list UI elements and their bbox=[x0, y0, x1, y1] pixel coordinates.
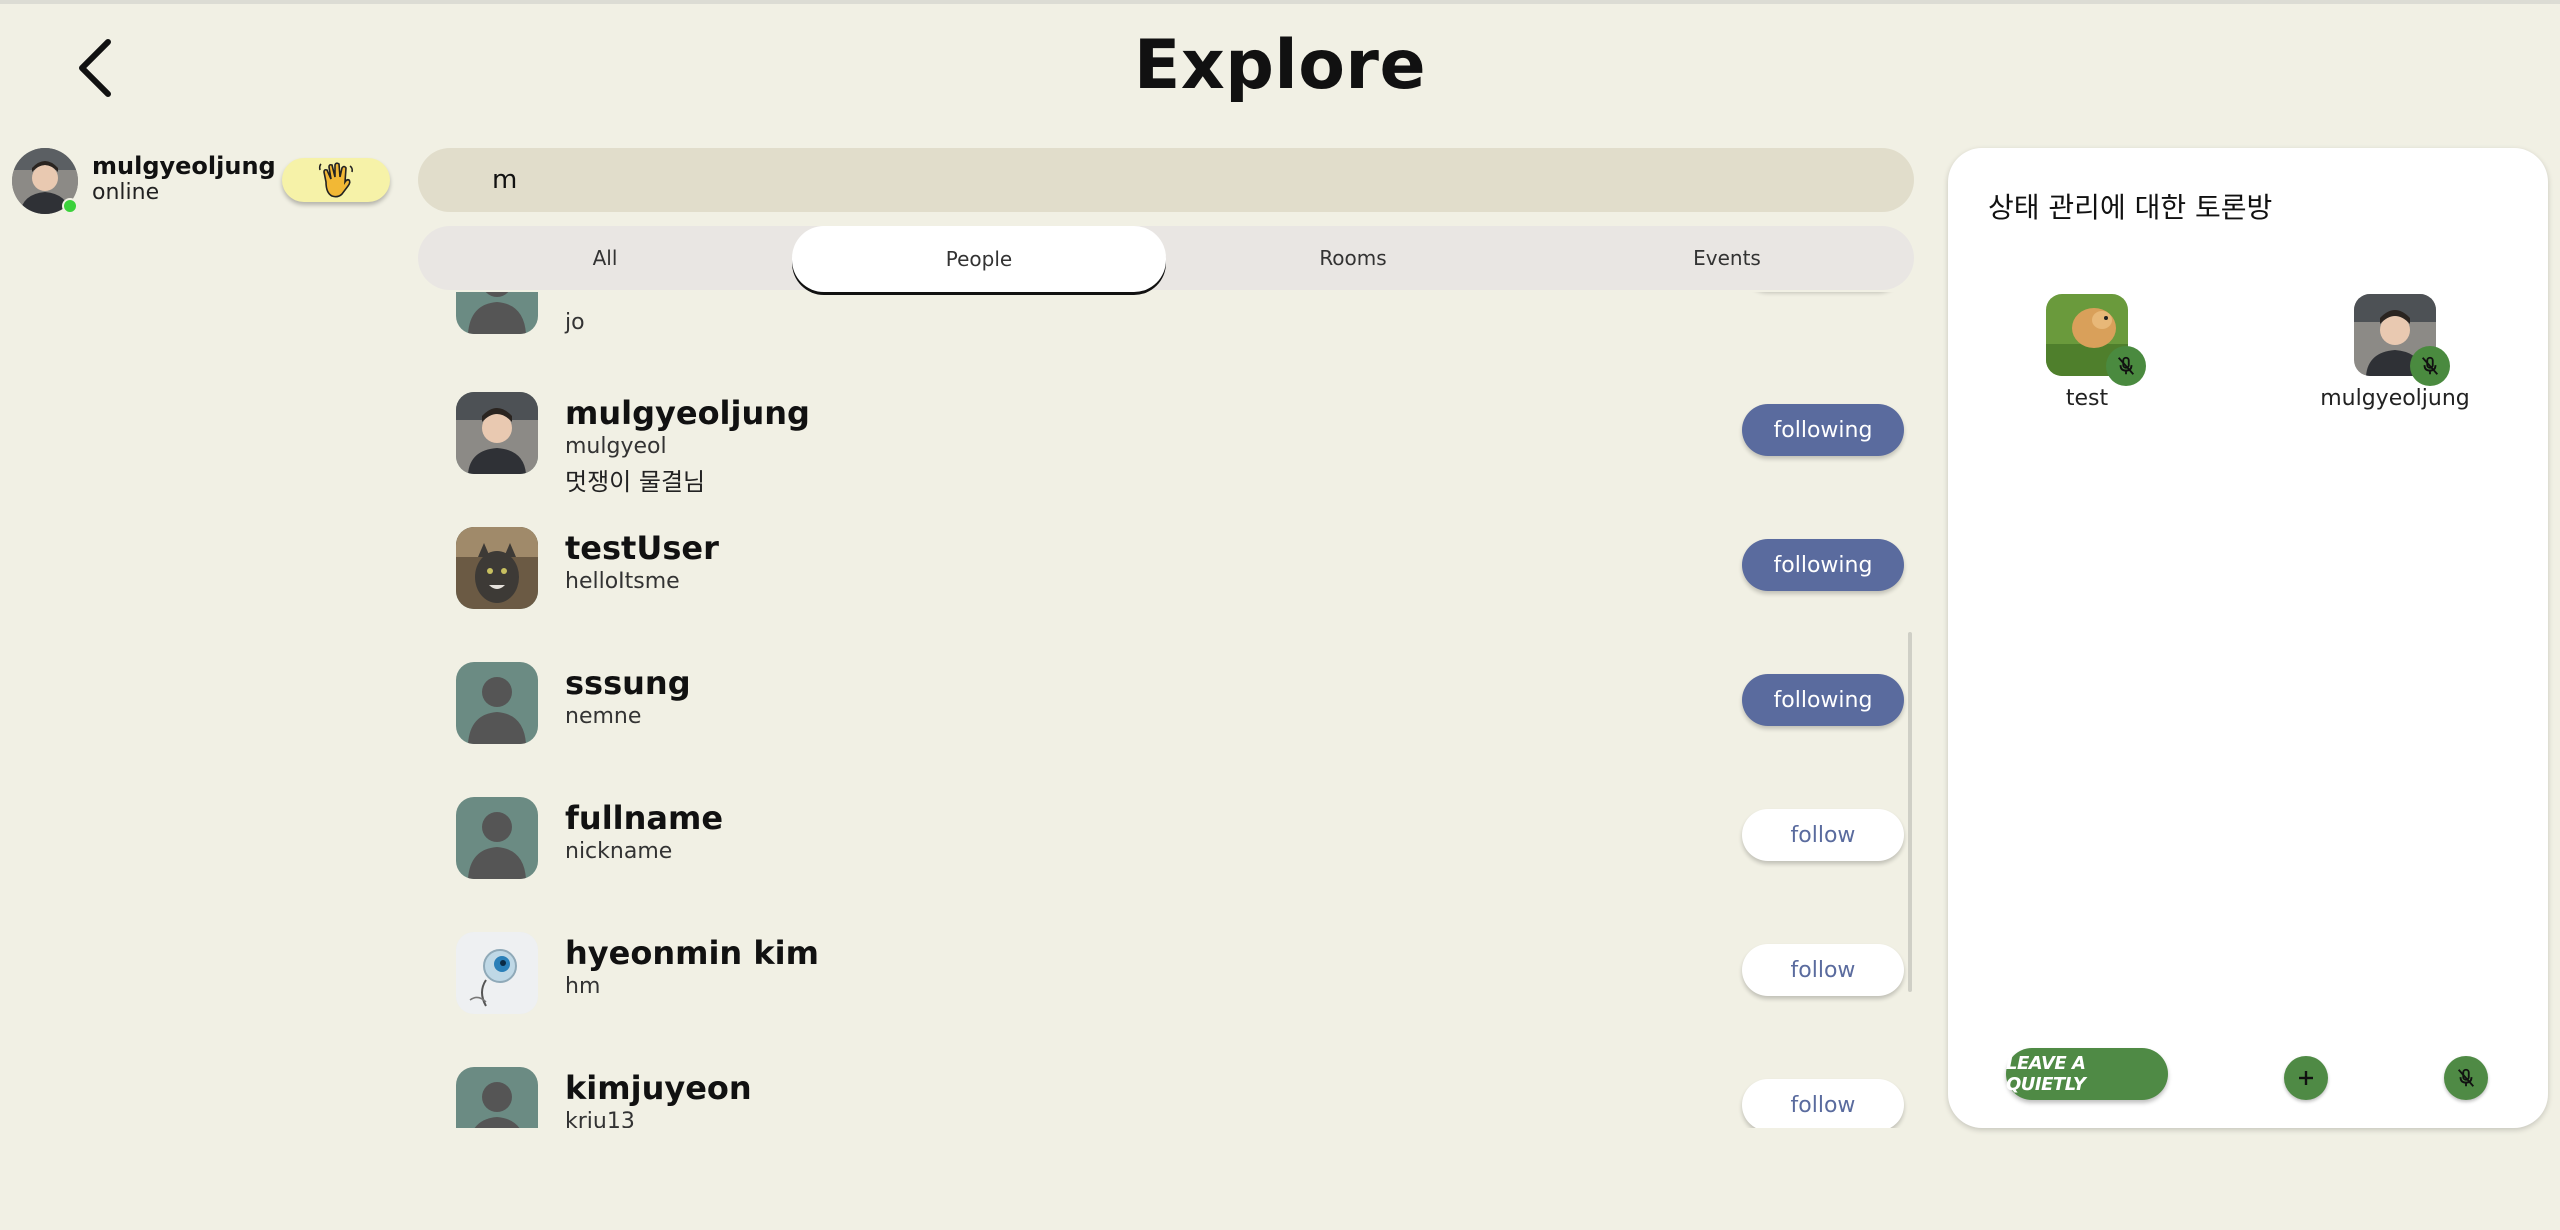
current-user-status: online bbox=[92, 180, 160, 205]
tab-people[interactable]: People bbox=[792, 226, 1166, 292]
list-item[interactable]: sssung nemne following bbox=[418, 662, 1914, 782]
user-name: fullname bbox=[565, 799, 724, 837]
list-item[interactable]: mulgyeoljung mulgyeol 멋쟁이 물결님 following bbox=[418, 392, 1914, 512]
speaker[interactable]: mulgyeoljung bbox=[2320, 294, 2470, 411]
user-bio: 멋쟁이 물결님 bbox=[565, 468, 706, 496]
waving-hand-icon bbox=[318, 162, 354, 198]
people-list[interactable]: jo mulgyeoljung mulgyeol 멋쟁이 물결님 followi… bbox=[418, 292, 1914, 1128]
mic-off-icon bbox=[2106, 346, 2146, 386]
user-nickname: hm bbox=[565, 974, 601, 999]
wave-button[interactable] bbox=[282, 158, 390, 202]
search-input[interactable] bbox=[492, 160, 1872, 200]
user-nickname: nickname bbox=[565, 839, 673, 864]
user-name: hyeonmin kim bbox=[565, 934, 819, 972]
tab-bar: All People Rooms Events bbox=[418, 226, 1914, 292]
list-item[interactable]: kimjuyeon krju13 follow bbox=[418, 1067, 1914, 1128]
search-bar[interactable] bbox=[418, 148, 1914, 212]
user-name: testUser bbox=[565, 529, 719, 567]
add-button[interactable] bbox=[2284, 1056, 2328, 1100]
plus-icon bbox=[2299, 1071, 2313, 1085]
tab-rooms[interactable]: Rooms bbox=[1166, 226, 1540, 290]
follow-button[interactable]: follow bbox=[1742, 809, 1904, 861]
tab-all[interactable]: All bbox=[418, 226, 792, 290]
room-panel: 상태 관리에 대한 토론방 test mulgyeoljung LEAVE A … bbox=[1948, 148, 2548, 1128]
follow-button[interactable]: follow bbox=[1742, 944, 1904, 996]
user-nickname: helloItsme bbox=[565, 569, 680, 594]
scrollbar[interactable] bbox=[1908, 632, 1912, 992]
following-button[interactable]: following bbox=[1742, 674, 1904, 726]
speaker-name: mulgyeoljung bbox=[2320, 386, 2470, 411]
list-item[interactable]: hyeonmin kim hm follow bbox=[418, 932, 1914, 1052]
list-item[interactable]: testUser helloItsme following bbox=[418, 527, 1914, 647]
room-title: 상태 관리에 대한 토론방 bbox=[1988, 191, 2273, 224]
avatar bbox=[456, 527, 538, 609]
avatar bbox=[456, 797, 538, 879]
user-nickname: nemne bbox=[565, 704, 642, 729]
list-item[interactable]: jo bbox=[418, 292, 1914, 372]
user-nickname: mulgyeol bbox=[565, 434, 667, 459]
mic-off-icon bbox=[2457, 1068, 2475, 1087]
avatar bbox=[456, 292, 538, 334]
avatar bbox=[456, 1067, 538, 1128]
online-status-dot bbox=[62, 198, 78, 214]
speaker-name: test bbox=[2065, 386, 2109, 411]
following-button[interactable]: following bbox=[1742, 539, 1904, 591]
user-name: mulgyeoljung bbox=[565, 394, 810, 432]
mic-toggle-button[interactable] bbox=[2444, 1056, 2488, 1100]
leave-quietly-button[interactable]: LEAVE A QUIETLY bbox=[2006, 1048, 2168, 1100]
page-title: Explore bbox=[1133, 26, 1427, 105]
tab-events[interactable]: Events bbox=[1540, 226, 1914, 290]
speaker[interactable]: test bbox=[2012, 294, 2162, 411]
avatar bbox=[456, 932, 538, 1014]
avatar bbox=[456, 392, 538, 474]
follow-button[interactable]: follow bbox=[1742, 1079, 1904, 1128]
user-name: kimjuyeon bbox=[565, 1069, 752, 1107]
list-item[interactable]: fullname nickname follow bbox=[418, 797, 1914, 917]
avatar bbox=[456, 662, 538, 744]
mic-off-icon bbox=[2410, 346, 2450, 386]
user-name: sssung bbox=[565, 664, 691, 702]
current-user-name: mulgyeoljung bbox=[92, 152, 276, 180]
following-button[interactable]: following bbox=[1742, 404, 1904, 456]
top-border bbox=[0, 0, 2560, 4]
user-nickname: jo bbox=[565, 310, 585, 335]
user-nickname: krju13 bbox=[565, 1109, 635, 1128]
